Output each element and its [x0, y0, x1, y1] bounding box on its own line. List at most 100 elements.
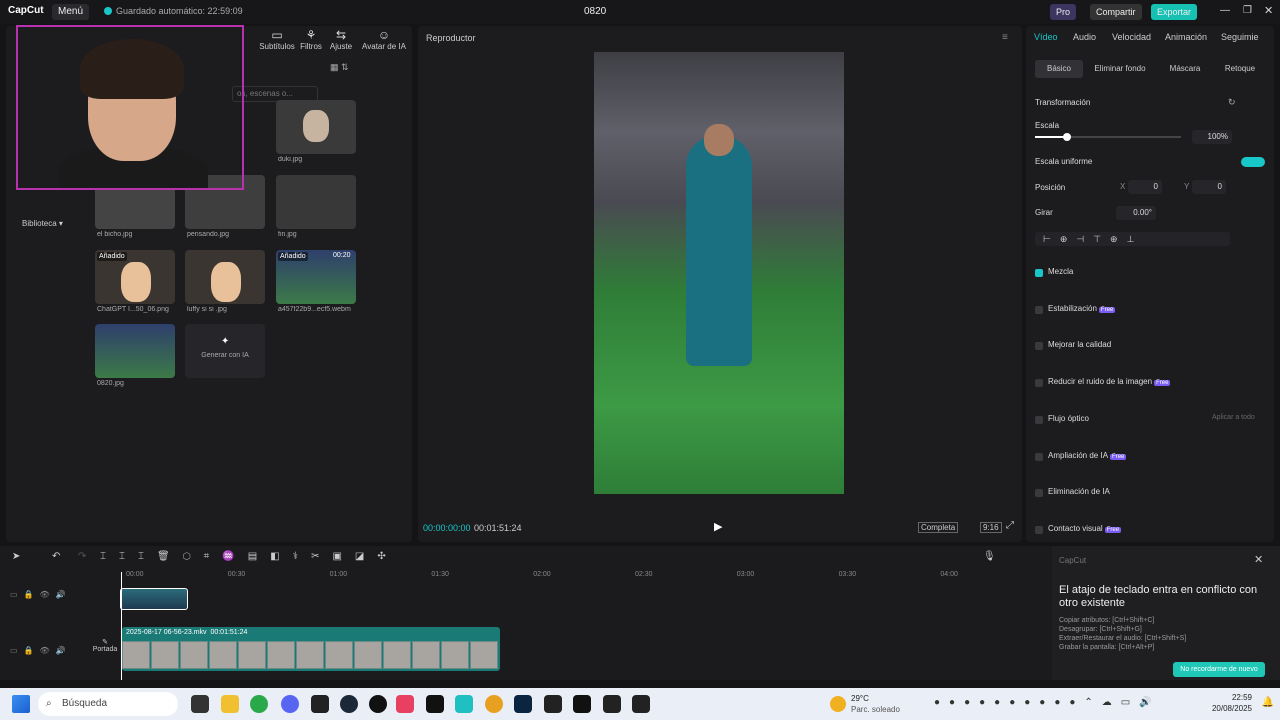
capcut-active-icon[interactable]	[632, 695, 650, 713]
effect-row-ampliaci-n-de-ia[interactable]: Ampliación de IA Free	[1026, 450, 1274, 464]
thumb-luffy	[211, 262, 241, 302]
effect-checkbox[interactable]	[1035, 269, 1043, 277]
media-thumb-luffy[interactable]	[185, 250, 265, 304]
share-button[interactable]: Compartir	[1090, 4, 1142, 20]
adjust-tool[interactable]: ⇆ Ajuste	[320, 28, 362, 51]
uniform-scale-toggle[interactable]	[1241, 157, 1265, 167]
windows-start-icon[interactable]	[12, 695, 30, 713]
media-thumb-duki[interactable]	[276, 100, 356, 154]
menu-button[interactable]: Menú	[52, 4, 90, 20]
tab-speed[interactable]: Velocidad	[1112, 32, 1151, 42]
media-thumb-0820[interactable]	[95, 324, 175, 378]
tab-audio[interactable]: Audio	[1073, 32, 1096, 42]
tab-video[interactable]: Vídeo	[1034, 32, 1058, 42]
view-toggle-icon[interactable]: ▦ ⇅	[330, 62, 349, 73]
obs-icon[interactable]	[369, 695, 387, 713]
effect-row-mezcla[interactable]: Mezcla	[1026, 266, 1274, 280]
close-icon[interactable]: ✕	[1264, 4, 1273, 17]
discord-icon[interactable]	[281, 695, 299, 713]
effect-row-eliminaci-n-de-ia[interactable]: Eliminación de IA	[1026, 486, 1274, 500]
minimize-icon[interactable]: —	[1220, 5, 1230, 16]
file-explorer-icon[interactable]	[221, 695, 239, 713]
quality-select[interactable]: Completa	[918, 522, 959, 533]
scale-value-input[interactable]: 100%	[1192, 130, 1232, 144]
chrome-icon[interactable]	[250, 695, 268, 713]
generate-ai-tile[interactable]: ✦ Generar con IA	[185, 324, 265, 378]
coin-app-icon[interactable]	[485, 695, 503, 713]
notice-line: Copiar atributos: [Ctrl+Shift+C]	[1059, 617, 1155, 624]
effect-checkbox[interactable]	[1035, 489, 1043, 498]
video-editor-icon[interactable]	[573, 695, 591, 713]
photoshop-icon[interactable]	[514, 695, 532, 713]
rotate-input[interactable]: 0.00°	[1116, 206, 1156, 220]
weather-widget[interactable]: 29°C Parc. soleado	[851, 693, 900, 715]
epic-games-icon-2[interactable]	[603, 695, 621, 713]
player-menu-icon[interactable]: ≡	[1002, 32, 1008, 43]
notification-bell-icon[interactable]: 🔔	[1262, 697, 1274, 708]
media-thumb-fin[interactable]	[276, 175, 356, 229]
overlay-clip[interactable]	[120, 588, 188, 610]
effect-row-reducir-el-ruido-de-la-imagen[interactable]: Reducir el ruido de la imagen Free	[1026, 376, 1274, 390]
task-view-icon[interactable]	[191, 695, 209, 713]
time-ruler[interactable]: 00:00 00:30 01:00 01:30 02:00 02:30 03:00 03:30…	[0, 546, 1052, 586]
effect-row-mejorar-la-calidad[interactable]: Mejorar la calidad	[1026, 339, 1274, 353]
scale-slider-thumb[interactable]	[1063, 133, 1072, 141]
video-preview[interactable]	[594, 52, 844, 494]
play-icon[interactable]: ▶	[714, 520, 722, 533]
main-video-clip[interactable]: 2025-08-17 06-56-23.mkv 00:01:51:24	[122, 627, 500, 671]
tab-tracking[interactable]: Seguimie	[1221, 32, 1259, 42]
subtab-remove-bg[interactable]: Eliminar fondo	[1088, 60, 1152, 78]
subtab-mask[interactable]: Máscara	[1158, 60, 1212, 78]
media-thumb-webm[interactable]: Añadido 00:20	[276, 250, 356, 304]
effect-row-estabilizaci-n[interactable]: Estabilización Free	[1026, 303, 1274, 317]
taskbar-search[interactable]: ⌕ Búsqueda	[38, 692, 178, 716]
subtab-basic[interactable]: Básico	[1035, 60, 1083, 78]
steam-icon[interactable]	[340, 695, 358, 713]
cover-button[interactable]: ✎ Portada	[92, 638, 118, 653]
ai-avatar-tool[interactable]: ☺ Avatar de IA	[358, 28, 410, 51]
restore-icon[interactable]: ❐	[1243, 5, 1252, 16]
uniform-scale-label: Escala uniforme	[1035, 157, 1093, 166]
position-y-input[interactable]: 0	[1192, 180, 1226, 194]
track-controls-2[interactable]: ▭🔒👁🔊	[10, 646, 72, 655]
tray-icons[interactable]: ●●●●●●●●●●⌃☁▭🔊	[934, 697, 1161, 708]
align-toolbar[interactable]: ⊢⊕⊣⊤⊕⊥	[1035, 232, 1230, 246]
epic-games-icon[interactable]	[311, 695, 329, 713]
ruler-label: 03:00	[736, 571, 755, 578]
library-select[interactable]: Biblioteca ▾	[18, 217, 86, 231]
effect-label: Reducir el ruido de la imagen Free	[1048, 377, 1171, 387]
pro-button[interactable]: Pro	[1050, 4, 1077, 20]
edit-icon: ✎	[102, 639, 108, 646]
export-button[interactable]: Exportar	[1151, 4, 1198, 20]
effect-checkbox[interactable]	[1035, 342, 1043, 351]
reset-icon[interactable]: ↻	[1228, 97, 1236, 108]
notice-close-icon[interactable]: ✕	[1254, 553, 1263, 566]
effect-checkbox[interactable]	[1035, 305, 1043, 314]
capcut-icon[interactable]	[544, 695, 562, 713]
text-app-icon[interactable]	[396, 695, 414, 713]
effect-checkbox[interactable]	[1035, 452, 1043, 461]
taskbar: ⌕ Búsqueda 29°C Parc. soleado ●●●●●●●●●●⌃☁…	[0, 688, 1280, 720]
scale-label: Escala	[1035, 121, 1060, 130]
effect-row-flujo-ptico[interactable]: Flujo óptico Aplicar a todo	[1026, 413, 1274, 427]
playhead[interactable]	[121, 572, 122, 680]
ratio-select[interactable]: 9:16	[980, 522, 1002, 533]
position-x-input[interactable]: 0	[1128, 180, 1162, 194]
effect-checkbox[interactable]	[1035, 525, 1043, 534]
effect-checkbox[interactable]	[1035, 379, 1043, 388]
tab-animation[interactable]: Animación	[1165, 32, 1207, 42]
effect-row-contacto-visual[interactable]: Contacto visual Free	[1026, 523, 1274, 537]
ruler-label: 02:30	[635, 571, 653, 578]
clip-frame	[267, 641, 295, 669]
media-thumb-chatgpt[interactable]: Añadido	[95, 250, 175, 304]
tiktok-icon[interactable]	[426, 695, 444, 713]
fullscreen-icon[interactable]: ⤢	[1006, 520, 1014, 531]
subtab-retouch[interactable]: Retoque	[1216, 60, 1264, 78]
shortcut-conflict-notice: CapCut ✕ El atajo de teclado entra en co…	[1052, 546, 1280, 680]
dont-remind-button[interactable]: No recordarme de nuevo	[1173, 662, 1265, 677]
clock[interactable]: 22:59 20/08/2025	[1212, 692, 1252, 714]
capcut-pin-icon[interactable]	[455, 695, 473, 713]
effect-checkbox[interactable]	[1035, 415, 1043, 424]
track-controls-1[interactable]: ▭🔒👁🔊	[10, 590, 72, 599]
apply-all-button[interactable]: Aplicar a todo	[1212, 414, 1255, 421]
